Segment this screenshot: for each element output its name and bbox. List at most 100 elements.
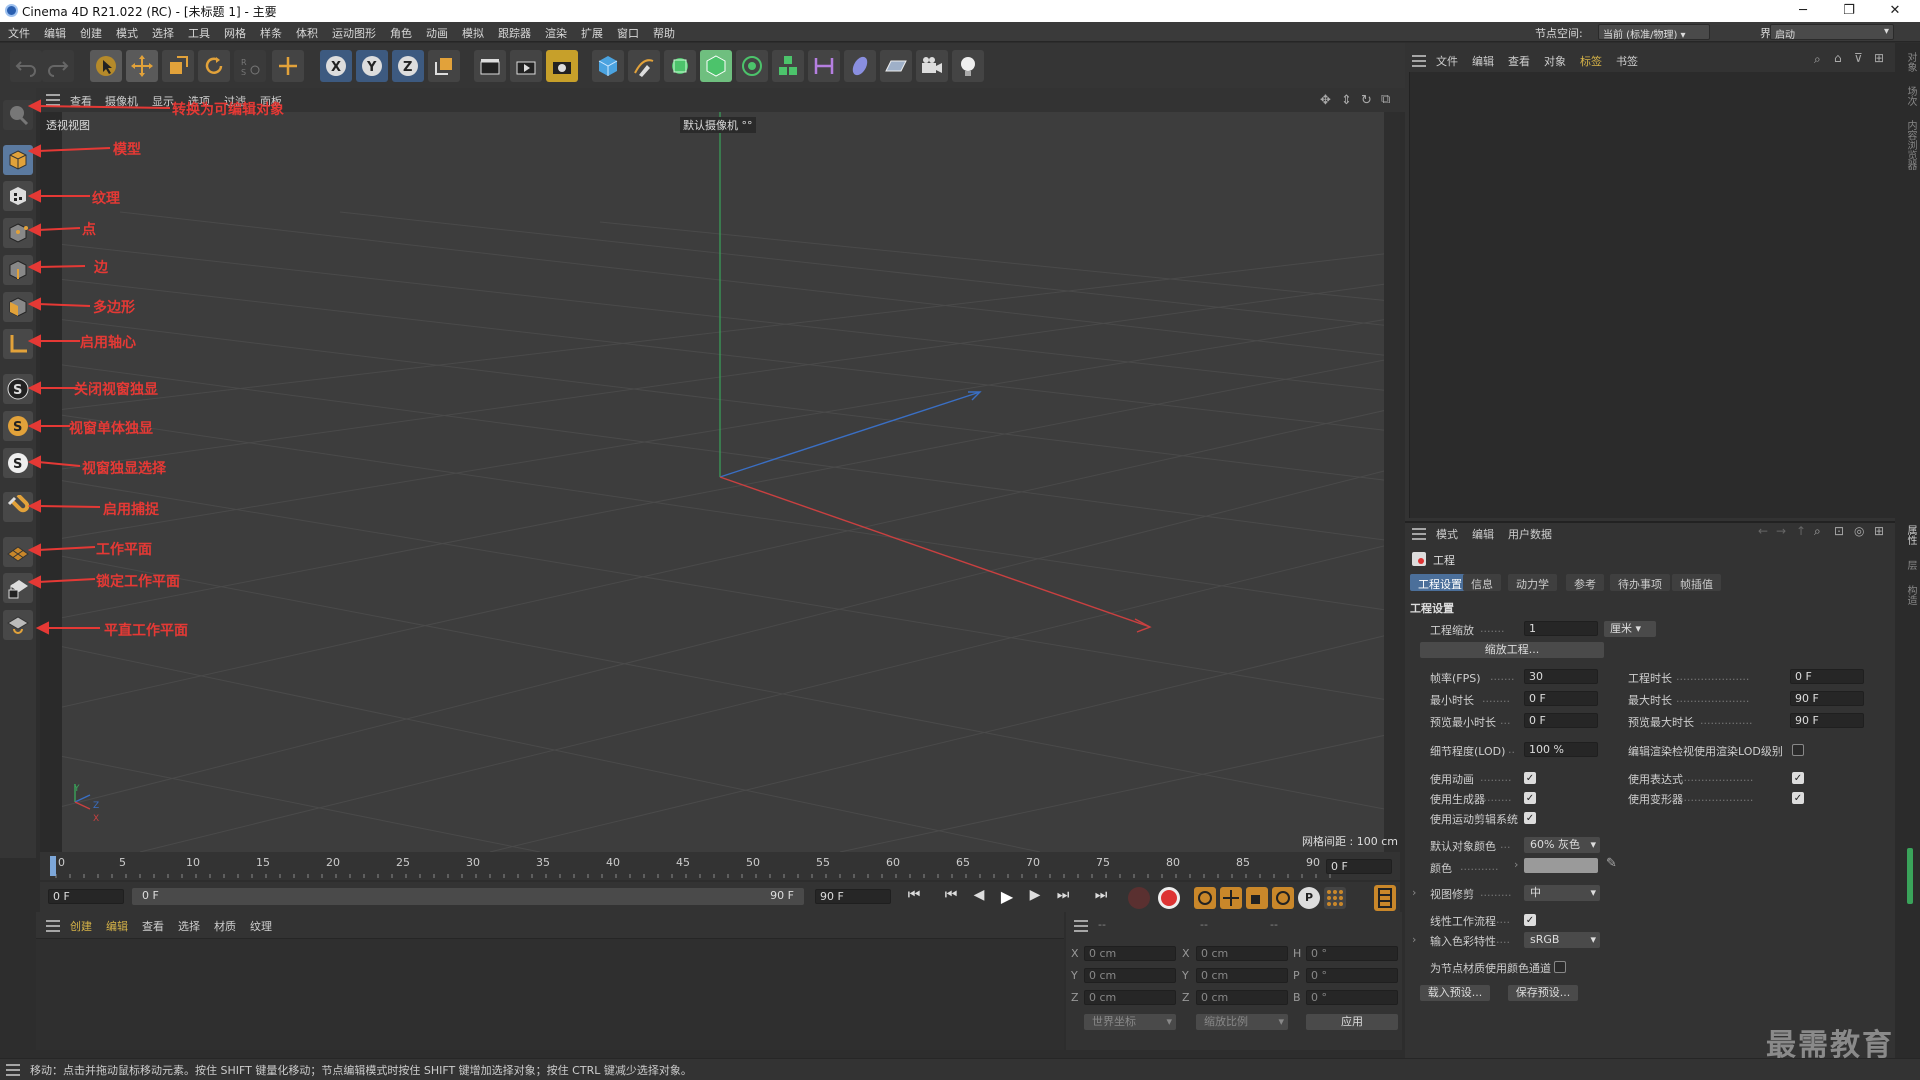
- preview-range-slider[interactable]: 0 F 90 F: [132, 888, 804, 905]
- floor-button[interactable]: [880, 50, 912, 82]
- right-tab-layers[interactable]: 层: [1903, 560, 1918, 570]
- tab-dynamics[interactable]: 动力学: [1508, 574, 1557, 591]
- coordinate-system-button[interactable]: [428, 50, 460, 82]
- scale-project-button[interactable]: 缩放工程...: [1420, 642, 1604, 658]
- size-x-field[interactable]: 0 cm: [1196, 946, 1288, 961]
- input-color-expand-icon[interactable]: ›: [1412, 933, 1416, 946]
- scale-button[interactable]: [162, 50, 194, 82]
- menu-tracker[interactable]: 跟踪器: [498, 25, 531, 41]
- viewport-camera-label[interactable]: 默认摄像机 °°: [680, 117, 756, 133]
- right-tab-structure[interactable]: 构造: [1903, 585, 1918, 605]
- material-list-area[interactable]: [36, 938, 1064, 1050]
- autokey-button[interactable]: [1158, 887, 1180, 909]
- position-key-button[interactable]: [1220, 887, 1242, 909]
- menu-window[interactable]: 窗口: [617, 25, 639, 41]
- right-tab-objects[interactable]: 对象: [1903, 52, 1918, 72]
- deformer-button[interactable]: [808, 50, 840, 82]
- attr-menu-edit[interactable]: 编辑: [1472, 526, 1494, 542]
- redo-button[interactable]: [42, 50, 74, 82]
- previous-frame-button[interactable]: ◀: [968, 887, 990, 907]
- render-to-picture-viewer-button[interactable]: [510, 50, 542, 82]
- go-to-start-button[interactable]: ⏮: [903, 887, 925, 907]
- menu-create[interactable]: 创建: [80, 25, 102, 41]
- object-menu-objects[interactable]: 对象: [1544, 53, 1566, 69]
- use-generators-checkbox[interactable]: ✓: [1524, 792, 1536, 804]
- use-animation-checkbox[interactable]: ✓: [1524, 772, 1536, 784]
- project-scale-unit-select[interactable]: 厘米 ▾: [1604, 621, 1656, 637]
- attr-new-panel-icon[interactable]: ⊞: [1874, 524, 1884, 538]
- node-space-select[interactable]: 当前 (标准/物理) ▾: [1598, 24, 1710, 41]
- project-time-field[interactable]: 0 F: [1790, 669, 1864, 684]
- timeline-ruler[interactable]: [40, 852, 1400, 880]
- menu-simulate[interactable]: 模拟: [462, 25, 484, 41]
- scale-mode-select[interactable]: 缩放比例 ▾: [1196, 1014, 1288, 1030]
- cube-button[interactable]: [592, 50, 624, 82]
- material-menu-edit[interactable]: 编辑: [106, 918, 128, 934]
- pen-spline-button[interactable]: [628, 50, 660, 82]
- tab-key-interpolation[interactable]: 帧插值: [1672, 574, 1721, 591]
- menu-volume[interactable]: 体积: [296, 25, 318, 41]
- render-lod-checkbox[interactable]: [1792, 744, 1804, 756]
- camera-button[interactable]: [916, 50, 948, 82]
- right-tab-takes[interactable]: 场次: [1903, 86, 1918, 106]
- attr-target-icon[interactable]: ◎: [1854, 524, 1864, 538]
- x-axis-lock-button[interactable]: X: [320, 50, 352, 82]
- current-frame-field[interactable]: 0 F: [1326, 859, 1392, 874]
- viewport-move-icon[interactable]: ✥: [1320, 93, 1331, 108]
- rotation-h-field[interactable]: 0 °: [1306, 946, 1398, 961]
- object-menu-icon[interactable]: [1412, 55, 1426, 70]
- start-frame-field[interactable]: 0 F: [48, 889, 124, 904]
- menu-spline[interactable]: 样条: [260, 25, 282, 41]
- live-selection-button[interactable]: [90, 50, 122, 82]
- end-frame-field[interactable]: 90 F: [815, 889, 891, 904]
- world-coords-select[interactable]: 世界坐标 ▾: [1084, 1014, 1176, 1030]
- attr-up-icon[interactable]: ↑: [1796, 524, 1806, 538]
- menu-file[interactable]: 文件: [8, 25, 30, 41]
- object-menu-view[interactable]: 查看: [1508, 53, 1530, 69]
- attr-forward-icon[interactable]: →: [1776, 524, 1786, 538]
- menu-extensions[interactable]: 扩展: [581, 25, 603, 41]
- record-active-button[interactable]: [1128, 887, 1150, 909]
- default-color-select[interactable]: 60% 灰色 ▾: [1524, 837, 1600, 853]
- preview-max-field[interactable]: 90 F: [1790, 713, 1864, 728]
- size-y-field[interactable]: 0 cm: [1196, 968, 1288, 983]
- menu-mesh[interactable]: 网格: [224, 25, 246, 41]
- menu-tools[interactable]: 工具: [188, 25, 210, 41]
- attr-menu-icon[interactable]: [1412, 528, 1426, 543]
- attr-menu-userdata[interactable]: 用户数据: [1508, 526, 1552, 542]
- world-coord-button[interactable]: [272, 50, 304, 82]
- scale-key-button[interactable]: [1246, 887, 1268, 909]
- viewport-maximize-icon[interactable]: ⧉: [1381, 92, 1390, 107]
- attr-back-icon[interactable]: ←: [1758, 524, 1768, 538]
- tab-reference[interactable]: 参考: [1566, 574, 1604, 591]
- position-x-field[interactable]: 0 cm: [1084, 946, 1176, 961]
- attr-lock-icon[interactable]: ⊡: [1834, 524, 1844, 538]
- render-settings-button[interactable]: [546, 50, 578, 82]
- play-button[interactable]: ▶: [996, 887, 1018, 907]
- view-clipping-select[interactable]: 中 ▾: [1524, 885, 1600, 901]
- project-scale-field[interactable]: 1: [1524, 621, 1598, 636]
- recent-tools-button[interactable]: RS: [234, 50, 266, 82]
- maximize-button[interactable]: ❐: [1826, 0, 1872, 22]
- menu-help[interactable]: 帮助: [653, 25, 675, 41]
- object-home-icon[interactable]: ⌂: [1834, 51, 1842, 65]
- menu-character[interactable]: 角色: [390, 25, 412, 41]
- status-menu-icon[interactable]: [6, 1064, 20, 1079]
- coord-menu-icon[interactable]: [1074, 920, 1088, 935]
- cloner-button[interactable]: [736, 50, 768, 82]
- object-menu-edit[interactable]: 编辑: [1472, 53, 1494, 69]
- point-level-anim-button[interactable]: [1324, 887, 1346, 909]
- size-z-field[interactable]: 0 cm: [1196, 990, 1288, 1005]
- material-menu-view[interactable]: 查看: [142, 918, 164, 934]
- use-motion-system-checkbox[interactable]: ✓: [1524, 812, 1536, 824]
- light-button[interactable]: [952, 50, 984, 82]
- position-y-field[interactable]: 0 cm: [1084, 968, 1176, 983]
- menu-mode[interactable]: 模式: [116, 25, 138, 41]
- right-tab-content-browser[interactable]: 内容浏览器: [1903, 120, 1918, 170]
- object-list[interactable]: [1409, 72, 1895, 518]
- position-z-field[interactable]: 0 cm: [1084, 990, 1176, 1005]
- rotation-b-field[interactable]: 0 °: [1306, 990, 1398, 1005]
- extrude-button[interactable]: [700, 50, 732, 82]
- object-search-icon[interactable]: ⌕: [1814, 52, 1821, 67]
- move-button[interactable]: [126, 50, 158, 82]
